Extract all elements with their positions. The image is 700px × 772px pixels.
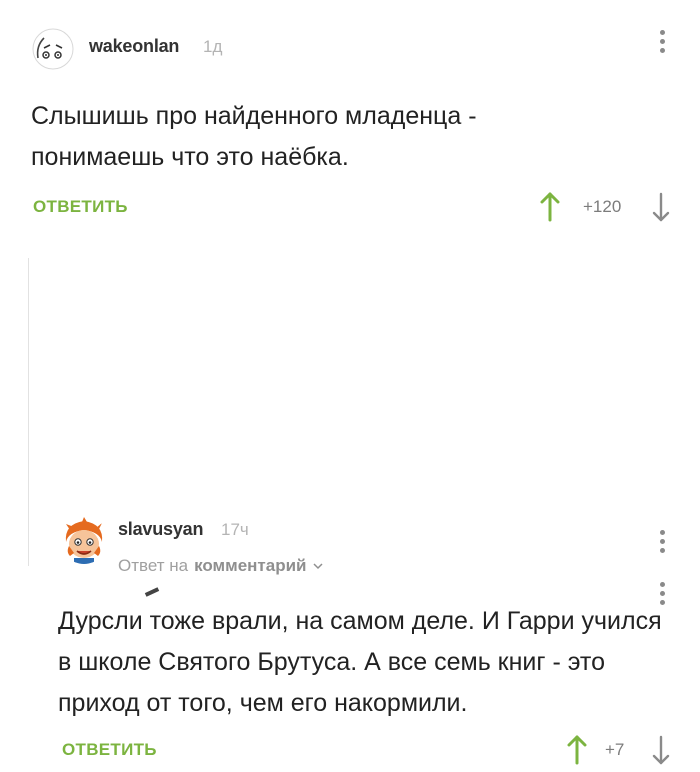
timestamp: 17ч bbox=[221, 520, 249, 539]
sad-face-sketch-icon bbox=[32, 28, 74, 70]
comment-reply: slavusyan 17ч Ответ на комментарий Дурсл… bbox=[0, 240, 700, 765]
rating-count: +7 bbox=[605, 740, 625, 759]
downvote-arrow-icon[interactable] bbox=[650, 190, 672, 224]
upvote-arrow-icon[interactable] bbox=[566, 733, 588, 767]
username[interactable]: slavusyan bbox=[118, 519, 203, 540]
avatar[interactable] bbox=[60, 516, 108, 564]
comment-text: Слышишь про найденного младенца - понима… bbox=[31, 102, 477, 171]
more-options-icon[interactable] bbox=[658, 30, 666, 57]
comment-text: Дурсли тоже врали, на самом деле. И Гарр… bbox=[58, 607, 662, 717]
partial-avatar-edge bbox=[144, 587, 160, 597]
reply-button[interactable]: ОТВЕТИТЬ bbox=[33, 197, 128, 217]
more-options-icon[interactable] bbox=[658, 582, 666, 609]
comment: wakeonlan 1д Слышишь про найденного млад… bbox=[0, 0, 700, 240]
upvote-arrow-icon[interactable] bbox=[539, 190, 561, 224]
avatar[interactable] bbox=[32, 28, 74, 70]
timestamp: 1д bbox=[203, 37, 223, 56]
next-comment-partial bbox=[0, 572, 700, 605]
reply-button[interactable]: ОТВЕТИТЬ bbox=[62, 740, 157, 760]
chevron-down-icon[interactable] bbox=[312, 560, 324, 572]
downvote-arrow-icon[interactable] bbox=[650, 733, 672, 767]
red-haired-boy-cartoon-icon bbox=[60, 516, 108, 564]
username[interactable]: wakeonlan bbox=[89, 36, 179, 57]
more-options-icon[interactable] bbox=[658, 530, 666, 557]
rating-count: +120 bbox=[583, 197, 622, 216]
